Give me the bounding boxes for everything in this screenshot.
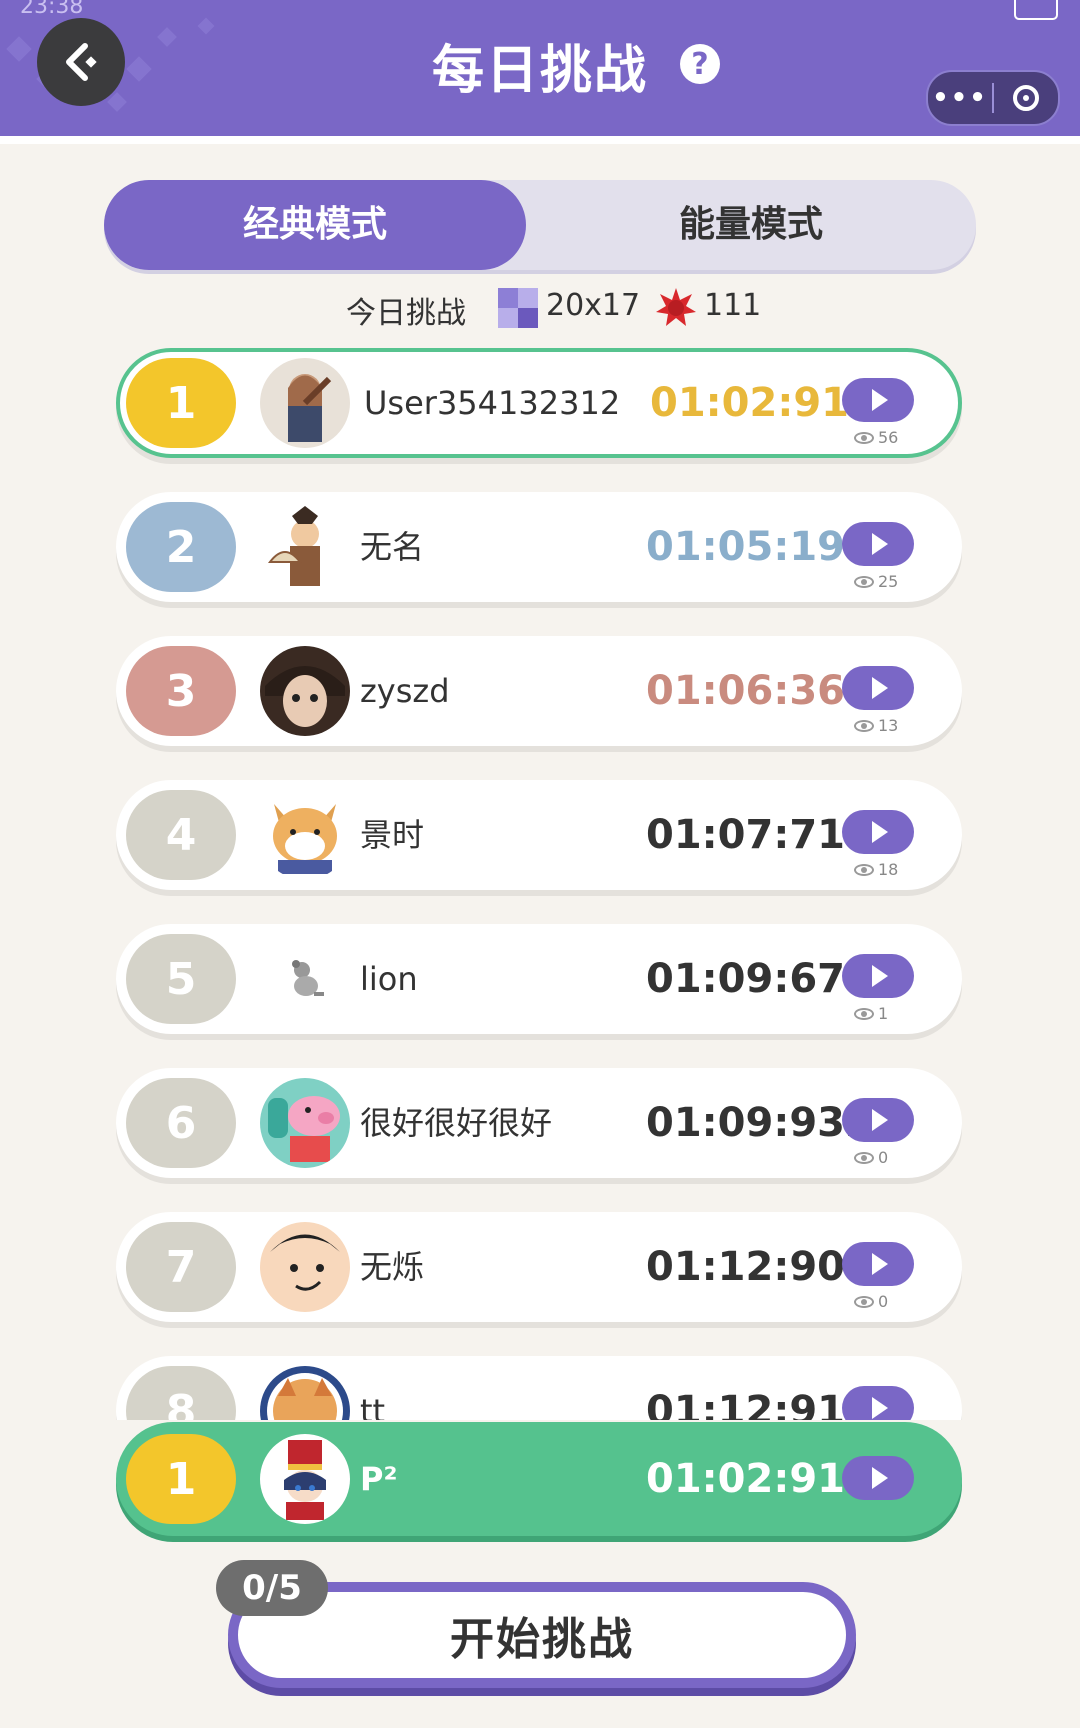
replay-button[interactable] — [842, 1098, 914, 1142]
play-icon — [872, 1467, 888, 1489]
rank-badge: 4 — [126, 790, 236, 880]
replay-button[interactable] — [842, 522, 914, 566]
leaderboard-row[interactable]: 5 lion 01:09:671 1 — [116, 924, 962, 1034]
eye-icon — [854, 1007, 874, 1020]
top-bar: 23:38 每日挑战 ? ••• — [0, 0, 1080, 144]
leaderboard-row[interactable]: 7 无烁 01:12:909 0 — [116, 1212, 962, 1322]
play-icon — [872, 1109, 888, 1131]
participant-count: 111 — [704, 288, 762, 323]
replay-button[interactable] — [842, 810, 914, 854]
player-name: tt — [360, 1392, 386, 1420]
leaderboard-row[interactable]: 1 User354132312 01:02:910 56 — [116, 348, 962, 458]
rank-badge: 2 — [126, 502, 236, 592]
rank-badge: 7 — [126, 1222, 236, 1312]
replay-button[interactable] — [842, 954, 914, 998]
rank-badge: 6 — [126, 1078, 236, 1168]
avatar — [260, 358, 350, 448]
mode-tabs: 经典模式 能量模式 — [104, 180, 976, 270]
play-icon — [872, 1397, 888, 1419]
replay-button[interactable] — [842, 1456, 914, 1500]
view-count: 56 — [854, 428, 898, 447]
my-rank-row[interactable]: 1 P² 01:02:910 — [116, 1422, 962, 1536]
replay-button[interactable] — [842, 378, 914, 422]
header-divider-light — [0, 136, 1080, 144]
page-title: 每日挑战 — [431, 41, 648, 101]
play-icon — [872, 677, 888, 699]
rank-badge: 3 — [126, 646, 236, 736]
sun-icon — [656, 288, 696, 326]
play-icon — [872, 1253, 888, 1275]
player-name: 无烁 — [360, 1248, 425, 1286]
leaderboard-row[interactable]: 8 tt 01:12:910 — [116, 1356, 962, 1420]
eye-icon — [854, 431, 874, 444]
play-icon — [872, 821, 888, 843]
player-name: 景时 — [360, 816, 425, 854]
mini-program-capsule: ••• — [926, 70, 1060, 126]
grid-icon — [498, 288, 538, 328]
avatar — [260, 1078, 350, 1168]
player-name: lion — [360, 960, 418, 998]
status-time: 23:38 — [20, 0, 84, 19]
leaderboard-row[interactable]: 4 景时 01:07:714 18 — [116, 780, 962, 890]
view-count: 18 — [854, 860, 898, 879]
view-count: 1 — [854, 1004, 888, 1023]
replay-button[interactable] — [842, 1386, 914, 1420]
avatar — [260, 1434, 350, 1524]
leaderboard-row[interactable]: 2 无名 01:05:190 25 — [116, 492, 962, 602]
attempts-counter: 0/5 — [216, 1560, 328, 1616]
view-count: 25 — [854, 572, 898, 591]
view-count: 0 — [854, 1292, 888, 1311]
stats-label: 今日挑战 — [346, 296, 466, 331]
view-count: 0 — [854, 1148, 888, 1167]
daily-stats: 今日挑战 20x17 111 — [0, 288, 1080, 331]
battery-icon — [1014, 0, 1058, 20]
avatar — [260, 934, 350, 1024]
leaderboard-row[interactable]: 6 很好很好很好 01:09:932 0 — [116, 1068, 962, 1178]
rank-badge: 5 — [126, 934, 236, 1024]
player-name: 无名 — [360, 528, 425, 566]
avatar — [260, 1366, 350, 1420]
replay-button[interactable] — [842, 1242, 914, 1286]
player-name: User354132312 — [364, 384, 621, 422]
more-menu-button[interactable]: ••• — [928, 83, 992, 113]
player-name: 很好很好很好 — [360, 1104, 553, 1142]
help-icon[interactable]: ? — [680, 44, 720, 84]
play-icon — [872, 965, 888, 987]
tab-classic-mode[interactable]: 经典模式 — [104, 180, 526, 270]
target-icon — [1013, 85, 1039, 111]
rank-badge: 1 — [126, 358, 236, 448]
view-count: 13 — [854, 716, 898, 735]
close-program-button[interactable] — [994, 85, 1058, 111]
grid-size: 20x17 — [546, 288, 641, 323]
eye-icon — [854, 1151, 874, 1164]
replay-button[interactable] — [842, 666, 914, 710]
leaderboard-row[interactable]: 3 zyszd 01:06:363 13 — [116, 636, 962, 746]
eye-icon — [854, 863, 874, 876]
avatar — [260, 646, 350, 736]
tab-energy-mode[interactable]: 能量模式 — [526, 180, 976, 270]
play-icon — [872, 389, 888, 411]
avatar — [260, 502, 350, 592]
eye-icon — [854, 575, 874, 588]
rank-badge: 8 — [126, 1366, 236, 1420]
rank-badge: 1 — [126, 1434, 236, 1524]
play-icon — [872, 533, 888, 555]
avatar — [260, 790, 350, 880]
player-name: P² — [360, 1460, 398, 1498]
eye-icon — [854, 719, 874, 732]
leaderboard-list: 1 User354132312 01:02:910 56 2 无名 01:05:… — [0, 348, 1080, 1420]
player-name: zyszd — [360, 672, 450, 710]
eye-icon — [854, 1295, 874, 1308]
avatar — [260, 1222, 350, 1312]
